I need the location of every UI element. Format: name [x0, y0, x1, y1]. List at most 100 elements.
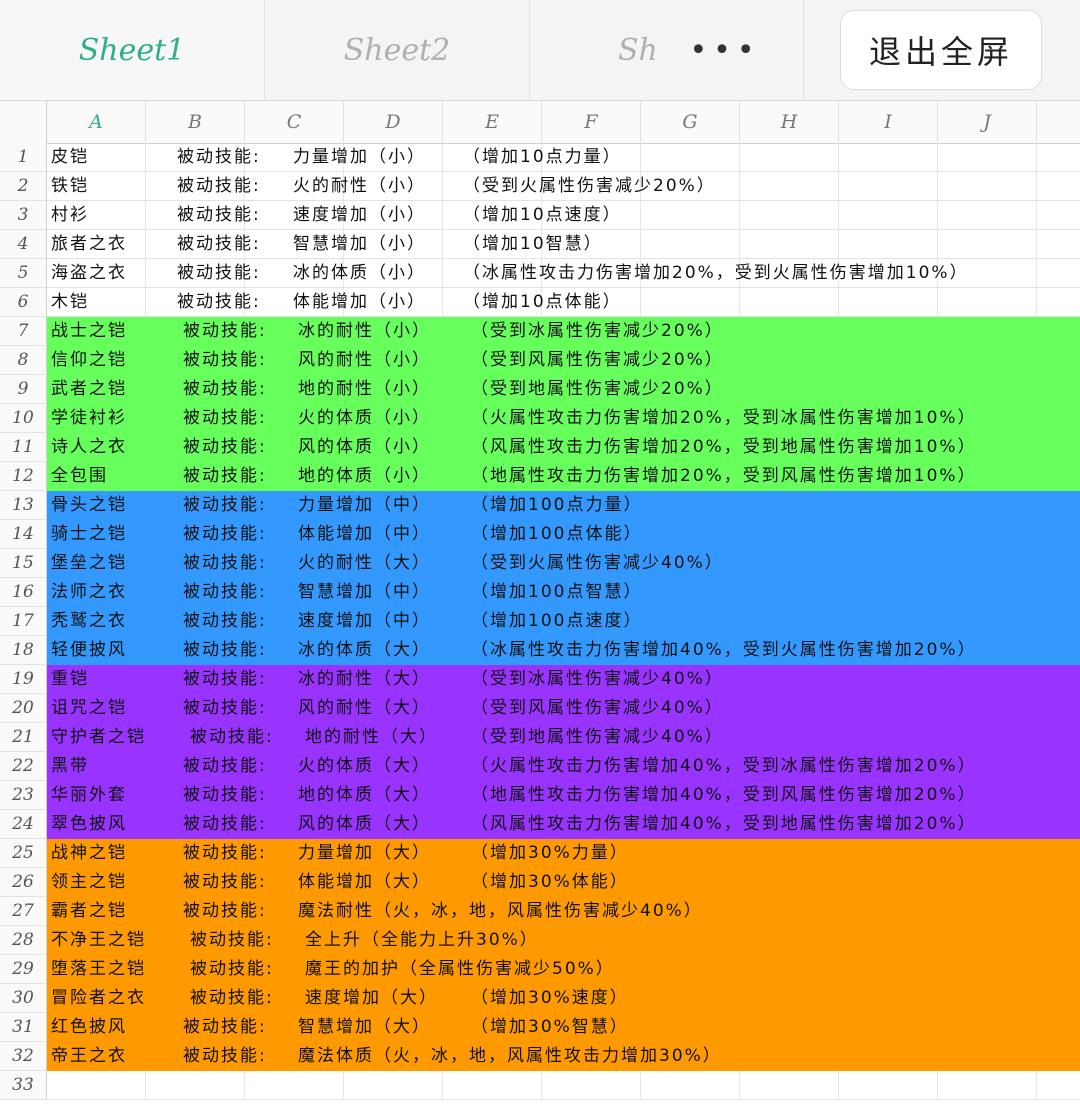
column-header-b[interactable]: B	[146, 101, 245, 143]
row-cells[interactable]: 骨头之铠 被动技能: 力量增加（中） （增加100点力量）	[47, 491, 1080, 520]
row-cells[interactable]: 冒险者之衣 被动技能: 速度增加（大） （增加30%速度）	[47, 984, 1080, 1013]
cell-gridline	[937, 172, 938, 201]
row-number[interactable]: 16	[0, 578, 47, 607]
row-number[interactable]: 11	[0, 433, 47, 462]
row-cells[interactable]: 守护者之铠 被动技能: 地的耐性（大） （受到地属性伤害减少40%）	[47, 723, 1080, 752]
row-cells[interactable]: 不净王之铠 被动技能: 全上升（全能力上升30%）	[47, 926, 1080, 955]
row-cells[interactable]: 法师之衣 被动技能: 智慧增加（中） （增加100点智慧）	[47, 578, 1080, 607]
table-row: 26 领主之铠 被动技能: 体能增加（大） （增加30%体能）	[0, 868, 1080, 897]
row-number[interactable]: 20	[0, 694, 47, 723]
table-row: 19 重铠 被动技能: 冰的耐性（大） （受到冰属性伤害减少40%）	[0, 665, 1080, 694]
row-number[interactable]: 26	[0, 868, 47, 897]
column-header-a[interactable]: A	[47, 101, 146, 143]
row-number[interactable]: 17	[0, 607, 47, 636]
row-cells[interactable]: 武者之铠 被动技能: 地的耐性（小） （受到地属性伤害减少20%）	[47, 375, 1080, 404]
row-number[interactable]: 27	[0, 897, 47, 926]
cell-gridline	[937, 143, 938, 172]
row-number[interactable]: 29	[0, 955, 47, 984]
row-cells[interactable]: 旅者之衣 被动技能: 智慧增加（小） （增加10智慧）	[47, 230, 1080, 259]
row-number[interactable]: 12	[0, 462, 47, 491]
cell-gridline	[442, 1071, 443, 1100]
column-header-g[interactable]: G	[641, 101, 740, 143]
row-cells[interactable]: 领主之铠 被动技能: 体能增加（大） （增加30%体能）	[47, 868, 1080, 897]
row-cells[interactable]: 翠色披风 被动技能: 风的体质（大） （风属性攻击力伤害增加40%，受到地属性伤害增加…	[47, 810, 1080, 839]
row-cells[interactable]: 秃鹫之衣 被动技能: 速度增加（中） （增加100点速度）	[47, 607, 1080, 636]
row-cells[interactable]: 诅咒之铠 被动技能: 风的耐性（大） （受到风属性伤害减少40%）	[47, 694, 1080, 723]
cell-skill-label: 被动技能:	[177, 176, 261, 196]
column-header-d[interactable]: D	[344, 101, 443, 143]
row-number[interactable]: 13	[0, 491, 47, 520]
row-cells[interactable]: 红色披风 被动技能: 智慧增加（大） （增加30%智慧）	[47, 1013, 1080, 1042]
cell-skill-label: 被动技能:	[183, 524, 267, 544]
row-number[interactable]: 7	[0, 317, 47, 346]
row-cells[interactable]: 轻便披风 被动技能: 冰的体质（大） （冰属性攻击力伤害增加40%，受到火属性伤害增加…	[47, 636, 1080, 665]
row-cells[interactable]: 全包围 被动技能: 地的体质（小） （地属性攻击力伤害增加20%，受到风属性伤害增加1…	[47, 462, 1080, 491]
row-cells[interactable]: 海盗之衣 被动技能: 冰的体质（小） （冰属性攻击力伤害增加20%，受到火属性伤害增加…	[47, 259, 1080, 288]
row-cells[interactable]: 骑士之铠 被动技能: 体能增加（中） （增加100点体能）	[47, 520, 1080, 549]
cell-item-name: 皮铠	[51, 147, 89, 167]
cell-gridline	[739, 143, 740, 172]
row-cells[interactable]: 堡垒之铠 被动技能: 火的耐性（大） （受到火属性伤害减少40%）	[47, 549, 1080, 578]
row-cells[interactable]: 村衫 被动技能: 速度增加（小） （增加10点速度）	[47, 201, 1080, 230]
row-number[interactable]: 3	[0, 201, 47, 230]
row-cells[interactable]: 诗人之衣 被动技能: 风的体质（小） （风属性攻击力伤害增加20%，受到地属性伤害增加…	[47, 433, 1080, 462]
column-header-i[interactable]: I	[839, 101, 938, 143]
row-number[interactable]: 31	[0, 1013, 47, 1042]
select-all-corner[interactable]	[0, 101, 47, 143]
row-cells[interactable]: 帝王之衣 被动技能: 魔法体质（火，冰，地，风属性攻击力增加30%）	[47, 1042, 1080, 1071]
row-cells[interactable]: 学徒衬衫 被动技能: 火的体质（小） （火属性攻击力伤害增加20%，受到冰属性伤害增加…	[47, 404, 1080, 433]
row-number[interactable]: 18	[0, 636, 47, 665]
row-number[interactable]: 10	[0, 404, 47, 433]
exit-fullscreen-button[interactable]: 退出全屏	[840, 10, 1042, 90]
cell-effect-detail: （增加100点力量）	[471, 495, 643, 515]
row-number[interactable]: 14	[0, 520, 47, 549]
cell-gridline	[541, 1071, 542, 1100]
cell-gridline	[937, 201, 938, 230]
row-number[interactable]: 4	[0, 230, 47, 259]
row-number[interactable]: 24	[0, 810, 47, 839]
tab-sheet1[interactable]: Sheet1	[0, 0, 265, 100]
more-tabs-button[interactable]: •••	[665, 25, 785, 75]
row-cells[interactable]: 华丽外套 被动技能: 地的体质（大） （地属性攻击力伤害增加40%，受到风属性伤害增加…	[47, 781, 1080, 810]
column-header-e[interactable]: E	[443, 101, 542, 143]
row-cells[interactable]: 铁铠 被动技能: 火的耐性（小） （受到火属性伤害减少20%）	[47, 172, 1080, 201]
row-number[interactable]: 28	[0, 926, 47, 955]
row-number[interactable]: 1	[0, 143, 47, 172]
row-cells[interactable]: 战士之铠 被动技能: 冰的耐性（小） （受到冰属性伤害减少20%）	[47, 317, 1080, 346]
row-number[interactable]: 23	[0, 781, 47, 810]
row-number[interactable]: 33	[0, 1071, 47, 1100]
tab-sheet2[interactable]: Sheet2	[265, 0, 530, 100]
row-cells[interactable]: 霸者之铠 被动技能: 魔法耐性（火，冰，地，风属性伤害减少40%）	[47, 897, 1080, 926]
row-number[interactable]: 5	[0, 259, 47, 288]
row-cells[interactable]: 黑带 被动技能: 火的体质（大） （火属性攻击力伤害增加40%，受到冰属性伤害增加20…	[47, 752, 1080, 781]
cell-skill-label: 被动技能:	[183, 640, 267, 660]
row-number[interactable]: 15	[0, 549, 47, 578]
column-header-c[interactable]: C	[245, 101, 344, 143]
row-cells[interactable]: 战神之铠 被动技能: 力量增加（大） （增加30%力量）	[47, 839, 1080, 868]
row-number[interactable]: 32	[0, 1042, 47, 1071]
row-number[interactable]: 21	[0, 723, 47, 752]
cell-effect: 体能增加（中）	[298, 524, 431, 544]
row-cells[interactable]	[47, 1071, 1080, 1100]
row-cells[interactable]: 皮铠 被动技能: 力量增加（小） （增加10点力量）	[47, 143, 1080, 172]
column-header-f[interactable]: F	[542, 101, 641, 143]
row-number[interactable]: 6	[0, 288, 47, 317]
column-header-h[interactable]: H	[740, 101, 839, 143]
row-cells[interactable]: 信仰之铠 被动技能: 风的耐性（小） （受到风属性伤害减少20%）	[47, 346, 1080, 375]
cell-skill-label: 被动技能:	[183, 437, 267, 457]
table-row: 22 黑带 被动技能: 火的体质（大） （火属性攻击力伤害增加40%，受到冰属性伤害增加…	[0, 752, 1080, 781]
row-cells[interactable]: 木铠 被动技能: 体能增加（小） （增加10点体能）	[47, 288, 1080, 317]
row-number[interactable]: 30	[0, 984, 47, 1013]
column-header-j[interactable]: J	[938, 101, 1037, 143]
cell-item-name: 战神之铠	[51, 843, 127, 863]
cell-effect: 智慧增加（中）	[298, 582, 431, 602]
row-number[interactable]: 22	[0, 752, 47, 781]
row-number[interactable]: 9	[0, 375, 47, 404]
cell-effect: 智慧增加（大）	[298, 1017, 431, 1037]
row-cells[interactable]: 堕落王之铠 被动技能: 魔王的加护（全属性伤害减少50%）	[47, 955, 1080, 984]
row-number[interactable]: 19	[0, 665, 47, 694]
row-number[interactable]: 8	[0, 346, 47, 375]
row-number[interactable]: 2	[0, 172, 47, 201]
row-cells[interactable]: 重铠 被动技能: 冰的耐性（大） （受到冰属性伤害减少40%）	[47, 665, 1080, 694]
row-number[interactable]: 25	[0, 839, 47, 868]
